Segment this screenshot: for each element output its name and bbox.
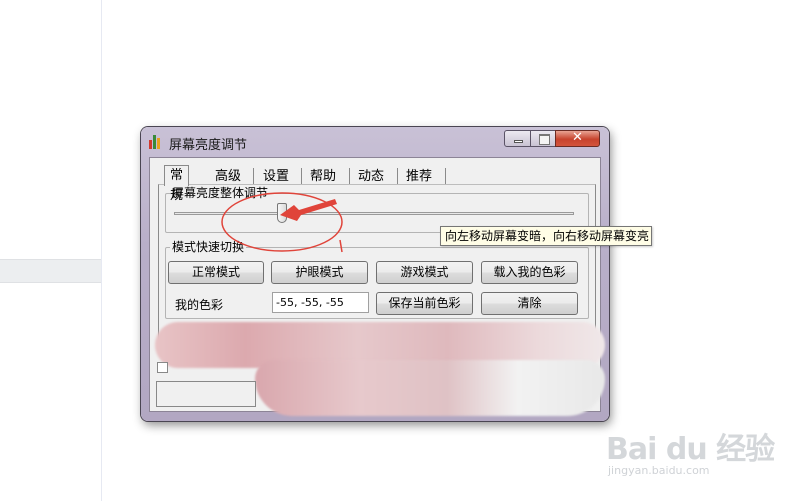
my-color-input[interactable]: -55, -55, -55 xyxy=(272,292,369,313)
brightness-slider-thumb[interactable] xyxy=(277,203,287,223)
save-current-color-button[interactable]: 保存当前色彩 xyxy=(376,292,473,315)
clear-button[interactable]: 清除 xyxy=(481,292,578,315)
slider-tooltip: 向左移动屏幕变暗，向右移动屏幕变亮 xyxy=(440,226,652,246)
sidebar-selected-row[interactable] xyxy=(0,259,101,283)
brightness-slider-track[interactable] xyxy=(174,212,574,215)
watermark-logo: Bai du 经验 xyxy=(606,432,775,467)
bar-chart-app-icon xyxy=(149,135,163,149)
mode-switch-group: 模式快速切换 正常模式 护眼模式 游戏模式 载入我的色彩 我的色彩 -55, -… xyxy=(165,241,589,319)
load-my-color-button[interactable]: 载入我的色彩 xyxy=(481,261,578,284)
baidu-jingyan-watermark: Bai du 经验 jingyan.baidu.com xyxy=(606,424,775,477)
tab-general[interactable]: 常规 xyxy=(164,165,190,203)
game-mode-button[interactable]: 游戏模式 xyxy=(376,261,473,284)
tab-panel-general: 屏幕亮度整体调节 模式快速切换 正常模式 护眼模式 游戏模式 载入我的色彩 我的… xyxy=(158,184,596,345)
tab-advanced[interactable]: 高级 xyxy=(211,168,254,185)
eye-care-mode-button[interactable]: 护眼模式 xyxy=(271,261,368,284)
maximize-icon[interactable] xyxy=(530,130,556,147)
tab-dynamic[interactable]: 动态 xyxy=(354,168,398,185)
tab-settings[interactable]: 设置 xyxy=(259,168,302,185)
watermark-url: jingyan.baidu.com xyxy=(608,464,710,477)
window-title: 屏幕亮度调节 xyxy=(169,138,248,153)
close-icon[interactable] xyxy=(555,130,600,147)
brightness-group-label: 屏幕亮度整体调节 xyxy=(172,186,269,200)
minimize-icon[interactable] xyxy=(504,130,531,147)
my-color-label: 我的色彩 xyxy=(175,298,224,312)
status-bar xyxy=(156,381,256,407)
option-checkbox[interactable] xyxy=(157,362,168,373)
normal-mode-button[interactable]: 正常模式 xyxy=(168,261,264,284)
redaction-blur-lower xyxy=(255,360,605,416)
mode-switch-group-label: 模式快速切换 xyxy=(172,240,245,254)
tab-help[interactable]: 帮助 xyxy=(306,168,350,185)
tab-recommend[interactable]: 推荐 xyxy=(402,168,446,185)
page-divider-line xyxy=(101,0,102,501)
